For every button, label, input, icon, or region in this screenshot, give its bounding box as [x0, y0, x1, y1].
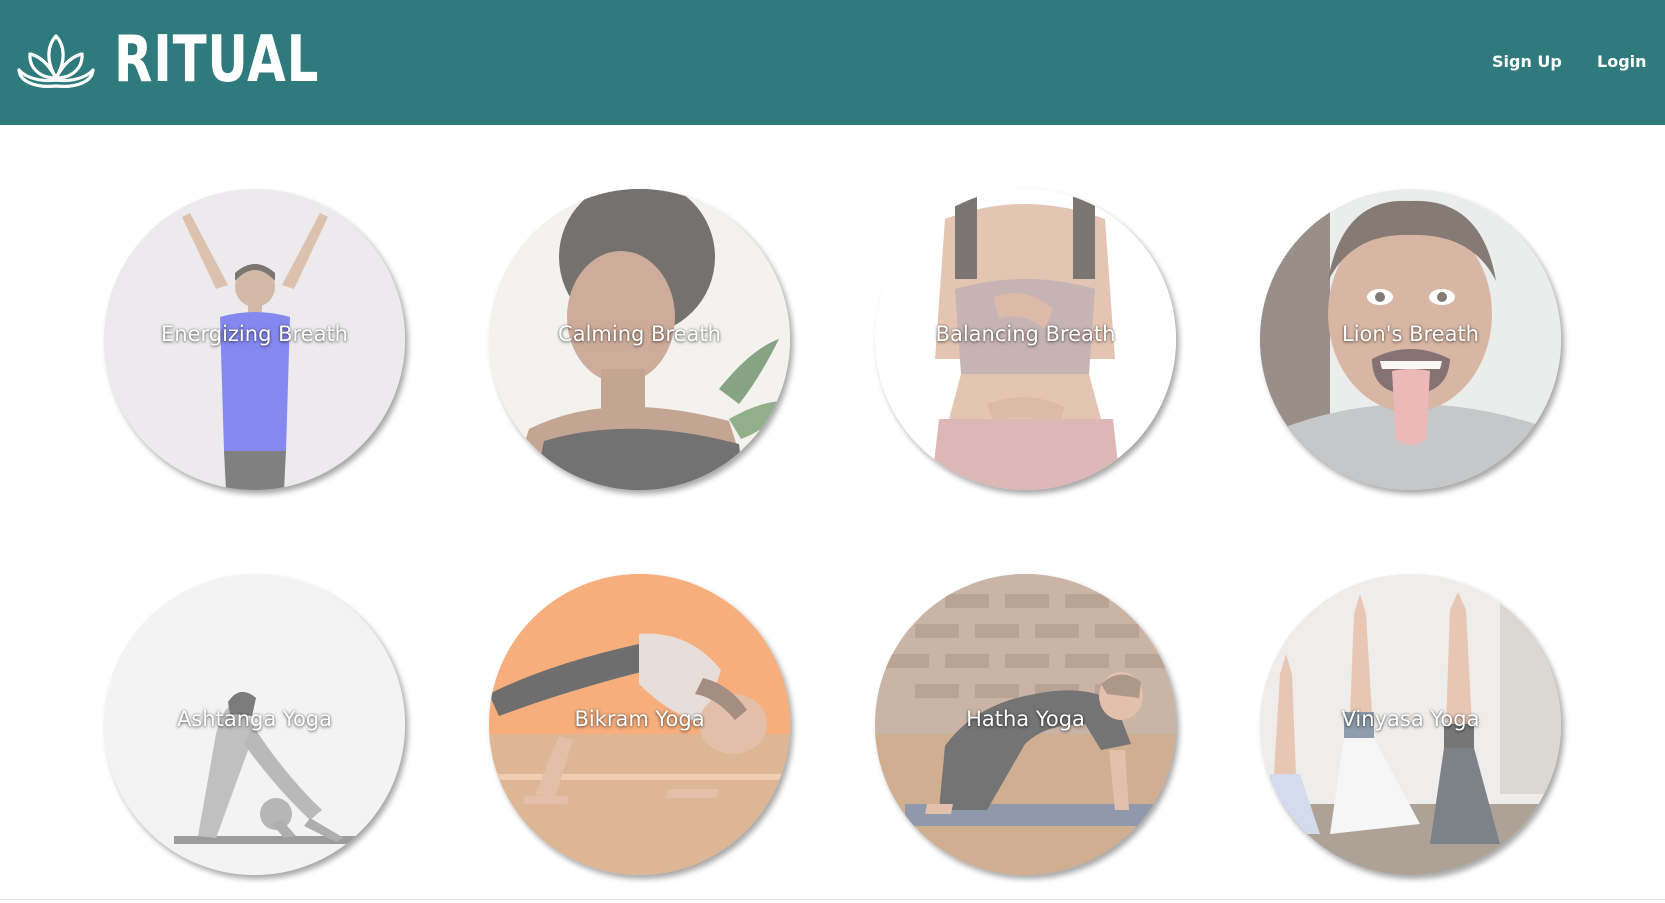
practice-card-bikram-yoga[interactable]: Bikram Yoga [489, 574, 790, 875]
practice-label: Energizing Breath [160, 322, 348, 346]
practice-card-ashtanga-yoga[interactable]: Ashtanga Yoga [104, 574, 405, 875]
practice-card-calming-breath[interactable]: Calming Breath [489, 189, 790, 490]
practice-card-energizing-breath[interactable]: Energizing Breath [104, 189, 405, 490]
sign-up-link[interactable]: Sign Up [1492, 52, 1562, 71]
practice-label: Balancing Breath [935, 322, 1116, 346]
login-link[interactable]: Login [1597, 52, 1647, 71]
footer-divider [0, 899, 1665, 900]
practice-label: Calming Breath [558, 322, 721, 346]
practice-label: Lion's Breath [1342, 322, 1479, 346]
practice-card-balancing-breath[interactable]: Balancing Breath [875, 189, 1176, 490]
brand-name: RITUAL [114, 23, 320, 97]
practice-label: Vinyasa Yoga [1341, 707, 1480, 731]
practice-card-vinyasa-yoga[interactable]: Vinyasa Yoga [1260, 574, 1561, 875]
top-navbar: RITUAL Sign Up Login [0, 0, 1665, 125]
practice-label: Bikram Yoga [574, 707, 705, 731]
lotus-icon [17, 34, 95, 88]
brand-logo-link[interactable]: RITUAL [16, 28, 377, 92]
practice-label: Hatha Yoga [966, 707, 1085, 731]
practice-label: Ashtanga Yoga [177, 707, 332, 731]
practice-card-lions-breath[interactable]: Lion's Breath [1260, 189, 1561, 490]
practice-card-hatha-yoga[interactable]: Hatha Yoga [875, 574, 1176, 875]
